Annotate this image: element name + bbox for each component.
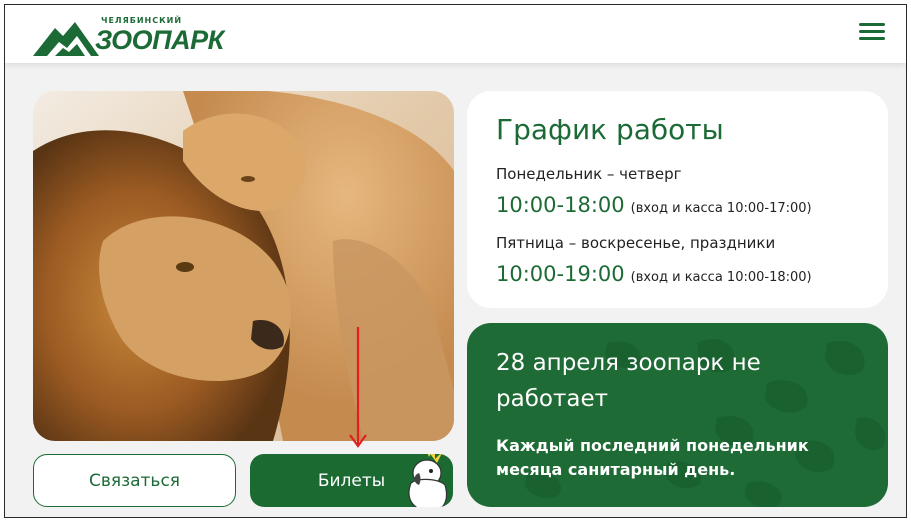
schedule-days-weekend: Пятница – воскресенье, праздники [496,234,776,252]
schedule-time-weekdays: 10:00-18:00 (вход и касса 10:00-17:00) [496,193,812,217]
schedule-note-weekend: (вход и касса 10:00-18:00) [630,270,812,285]
hamburger-menu-icon[interactable] [859,23,887,43]
lions-photo [33,91,454,441]
notice-text: Каждый последний понедельник месяца сани… [496,436,809,479]
cockatoo-icon [408,454,448,507]
tickets-button-label: Билеты [317,470,386,491]
site-header: ЧЕЛЯБИНСКИЙ ЗООПАРК [5,5,906,63]
notice-title: 28 апреля зоопарк не работает [496,350,761,412]
logo-city-text: ЧЕЛЯБИНСКИЙ [101,16,183,25]
page-frame: ЧЕЛЯБИНСКИЙ ЗООПАРК Связаться Билеты Гра… [4,4,907,518]
schedule-time-weekend: 10:00-19:00 (вход и касса 10:00-18:00) [496,262,812,286]
schedule-title: График работы [496,113,724,146]
red-down-arrow-annotation [349,327,367,448]
logo-zoo-text: ЗООПАРК [95,25,224,55]
zoo-logo[interactable]: ЧЕЛЯБИНСКИЙ ЗООПАРК [33,14,224,58]
closure-notice-card: 28 апреля зоопарк не работает Каждый пос… [467,323,888,507]
tickets-button[interactable]: Билеты [250,454,453,507]
schedule-time-weekdays-value: 10:00-18:00 [496,193,625,217]
schedule-time-weekend-value: 10:00-19:00 [496,262,625,286]
contact-button-label: Связаться [88,470,181,491]
mountain-logo-icon [33,22,99,56]
schedule-days-weekdays: Понедельник – четверг [496,165,682,183]
contact-button[interactable]: Связаться [33,454,236,507]
schedule-note-weekdays: (вход и касса 10:00-17:00) [630,201,812,216]
schedule-card: График работы Понедельник – четверг 10:0… [467,91,888,308]
